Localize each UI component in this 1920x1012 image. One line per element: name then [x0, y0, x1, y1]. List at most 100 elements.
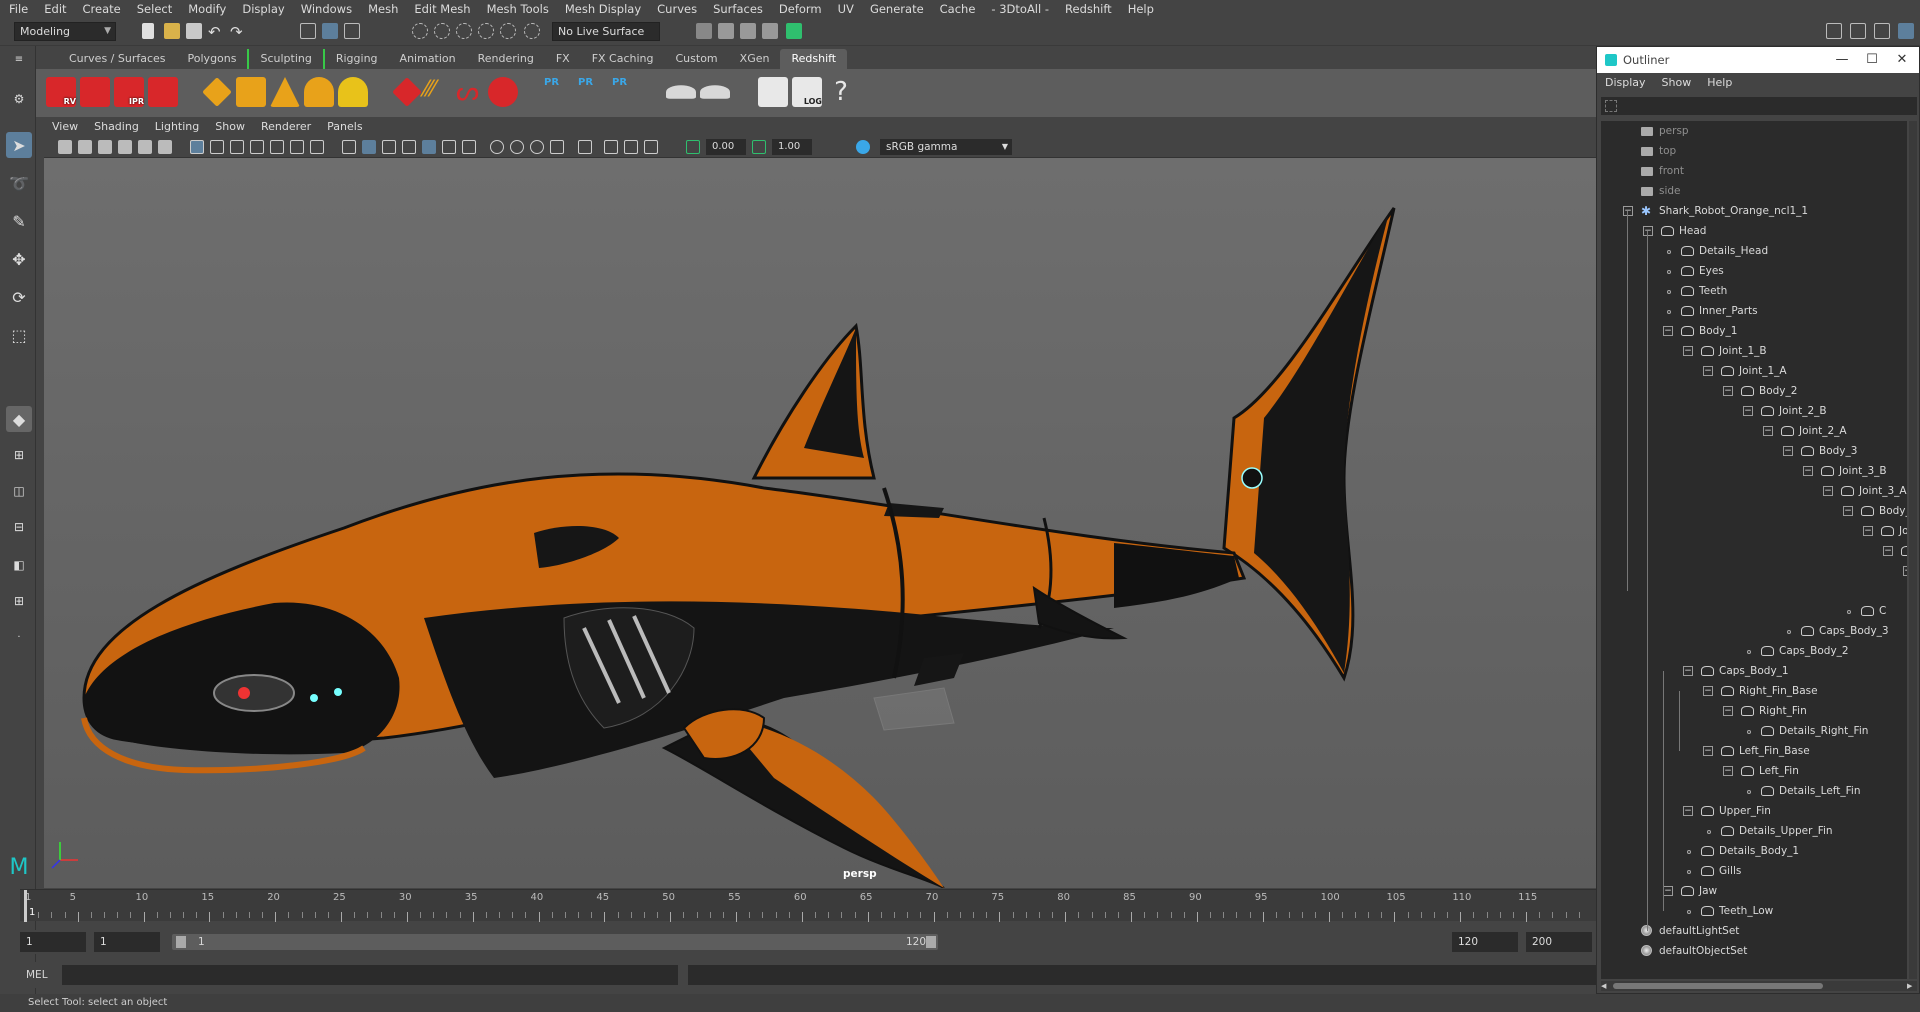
collapse-toolbox-icon[interactable]: ·	[6, 624, 32, 650]
menu-edit[interactable]: Edit	[35, 0, 73, 18]
collapse-toggle-icon[interactable]: −	[1783, 446, 1793, 456]
menu-deform[interactable]: Deform	[770, 0, 829, 18]
motion-blur-icon[interactable]	[604, 140, 618, 154]
collapse-toggle-icon[interactable]: −	[1903, 566, 1907, 576]
collapse-toggle-icon[interactable]: −	[1703, 686, 1713, 696]
menu-cache[interactable]: Cache	[931, 0, 983, 18]
collapse-toggle-icon[interactable]: −	[1703, 366, 1713, 376]
dome-light-icon[interactable]	[304, 77, 334, 107]
command-language-label[interactable]: MEL	[26, 965, 48, 985]
outliner-menu-show[interactable]: Show	[1654, 73, 1700, 93]
shelf-tab-menu-icon[interactable]	[36, 49, 58, 69]
redshift-ipr-icon[interactable]: IPR	[114, 77, 144, 107]
outliner-item[interactable]: defaultObjectSet	[1601, 941, 1907, 961]
safe-action-icon[interactable]	[290, 140, 304, 154]
collapse-toggle-icon[interactable]: −	[1723, 386, 1733, 396]
redshift-render-view-icon[interactable]: RV	[46, 77, 76, 107]
snap-curve-icon[interactable]	[434, 23, 450, 39]
menu-3dtoall[interactable]: - 3DtoAll -	[982, 0, 1056, 18]
menu-windows[interactable]: Windows	[292, 0, 359, 18]
collapse-toggle-icon[interactable]: −	[1703, 746, 1713, 756]
gamma-icon[interactable]	[752, 140, 766, 154]
menu-set-dropdown[interactable]: Modeling ▼	[14, 22, 116, 41]
command-input[interactable]	[62, 965, 678, 985]
save-scene-icon[interactable]	[186, 23, 202, 39]
panel-menu-shading[interactable]: Shading	[86, 118, 147, 136]
image-plane-icon[interactable]	[118, 140, 132, 154]
menu-mesh-tools[interactable]: Mesh Tools	[478, 0, 556, 18]
panel-menu-view[interactable]: View	[44, 118, 86, 136]
panel-menu-show[interactable]: Show	[207, 118, 253, 136]
textured-icon[interactable]	[402, 140, 416, 154]
view-transform-dropdown[interactable]: sRGB gamma ▼	[880, 139, 1012, 155]
paint-select-tool-icon[interactable]: ✎	[6, 208, 32, 234]
material-ball-icon[interactable]	[488, 77, 518, 107]
redshift-render-icon[interactable]	[80, 77, 110, 107]
select-tool-icon[interactable]: ➤	[6, 132, 32, 158]
hypershade-icon[interactable]	[786, 23, 802, 39]
snap-grid-icon[interactable]	[412, 23, 428, 39]
outliner-titlebar[interactable]: Outliner — ☐ ✕	[1597, 47, 1919, 73]
log-icon[interactable]: LOG	[792, 77, 822, 107]
smooth-shade-icon[interactable]	[362, 140, 376, 154]
collapse-toggle-icon[interactable]: −	[1723, 706, 1733, 716]
menu-mesh[interactable]: Mesh	[359, 0, 405, 18]
menu-edit-mesh[interactable]: Edit Mesh	[405, 0, 477, 18]
menu-help[interactable]: Help	[1119, 0, 1161, 18]
scrollbar-thumb[interactable]	[1613, 983, 1823, 989]
snap-live-icon[interactable]	[524, 23, 540, 39]
render-settings-icon[interactable]	[696, 23, 712, 39]
ipr-render-icon[interactable]	[740, 23, 756, 39]
animation-start-field[interactable]: 1	[20, 932, 86, 952]
exposure-icon[interactable]	[686, 140, 700, 154]
wireframe-on-shaded-icon[interactable]	[382, 140, 396, 154]
collapse-toggle-icon[interactable]: −	[1663, 886, 1673, 896]
menu-uv[interactable]: UV	[829, 0, 861, 18]
two-d-pan-zoom-icon[interactable]	[138, 140, 152, 154]
render-view-icon[interactable]	[762, 23, 778, 39]
xray-active-icon[interactable]	[510, 140, 524, 154]
outliner-menu-display[interactable]: Display	[1597, 73, 1654, 93]
panel-menu-lighting[interactable]: Lighting	[147, 118, 207, 136]
playback-end-field[interactable]: 120	[1452, 932, 1518, 952]
shadows-icon[interactable]	[442, 140, 456, 154]
persp-outliner-layout-icon[interactable]: ◧	[6, 552, 32, 578]
color-management-icon[interactable]	[856, 140, 870, 154]
collapse-toggle-icon[interactable]: −	[1643, 226, 1653, 236]
playback-start-field[interactable]: 1	[94, 932, 160, 952]
redo-icon[interactable]: ↷	[230, 23, 246, 41]
outliner-item[interactable]: persp	[1601, 121, 1907, 141]
tab-redshift[interactable]: Redshift	[780, 49, 848, 69]
render-frame-icon[interactable]	[718, 23, 734, 39]
panel-menu-renderer[interactable]: Renderer	[253, 118, 319, 136]
depth-of-field-icon[interactable]	[624, 140, 638, 154]
outliner-menu-help[interactable]: Help	[1699, 73, 1740, 93]
attribute-editor-icon[interactable]	[1850, 23, 1866, 39]
gamma-field[interactable]: 1.00	[772, 139, 812, 155]
collapse-toggle-icon[interactable]: −	[1823, 486, 1833, 496]
menu-curves[interactable]: Curves	[648, 0, 704, 18]
collapse-toggle-icon[interactable]: −	[1843, 506, 1853, 516]
redshift-settings-icon[interactable]	[148, 77, 178, 107]
tab-xgen[interactable]: XGen	[729, 49, 781, 69]
collapse-toggle-icon[interactable]: −	[1743, 406, 1753, 416]
render-ship-alt-icon[interactable]	[700, 85, 730, 99]
tab-fx-caching[interactable]: FX Caching	[581, 49, 665, 69]
menu-create[interactable]: Create	[74, 0, 128, 18]
script-editor-icon[interactable]	[758, 77, 788, 107]
collapse-toggle-icon[interactable]: −	[1683, 346, 1693, 356]
vertical-scrollbar[interactable]	[1909, 121, 1917, 979]
wireframe-icon[interactable]	[342, 140, 356, 154]
volume-icon[interactable]: ᔕ	[456, 77, 486, 107]
collapse-toggle-icon[interactable]: −	[1683, 806, 1693, 816]
hair-icon[interactable]: ⁄⁄⁄	[424, 77, 454, 107]
side-by-side-layout-icon[interactable]: ◫	[6, 478, 32, 504]
scale-tool-icon[interactable]: ⬚	[6, 322, 32, 348]
rotate-tool-icon[interactable]: ⟳	[6, 284, 32, 310]
render-ship-icon[interactable]	[666, 85, 696, 99]
tab-custom[interactable]: Custom	[665, 49, 729, 69]
scroll-left-icon[interactable]: ◀	[1601, 981, 1611, 991]
range-bar[interactable]	[172, 934, 938, 950]
exposure-field[interactable]: 0.00	[706, 139, 746, 155]
tab-sculpting[interactable]: Sculpting	[247, 49, 325, 69]
